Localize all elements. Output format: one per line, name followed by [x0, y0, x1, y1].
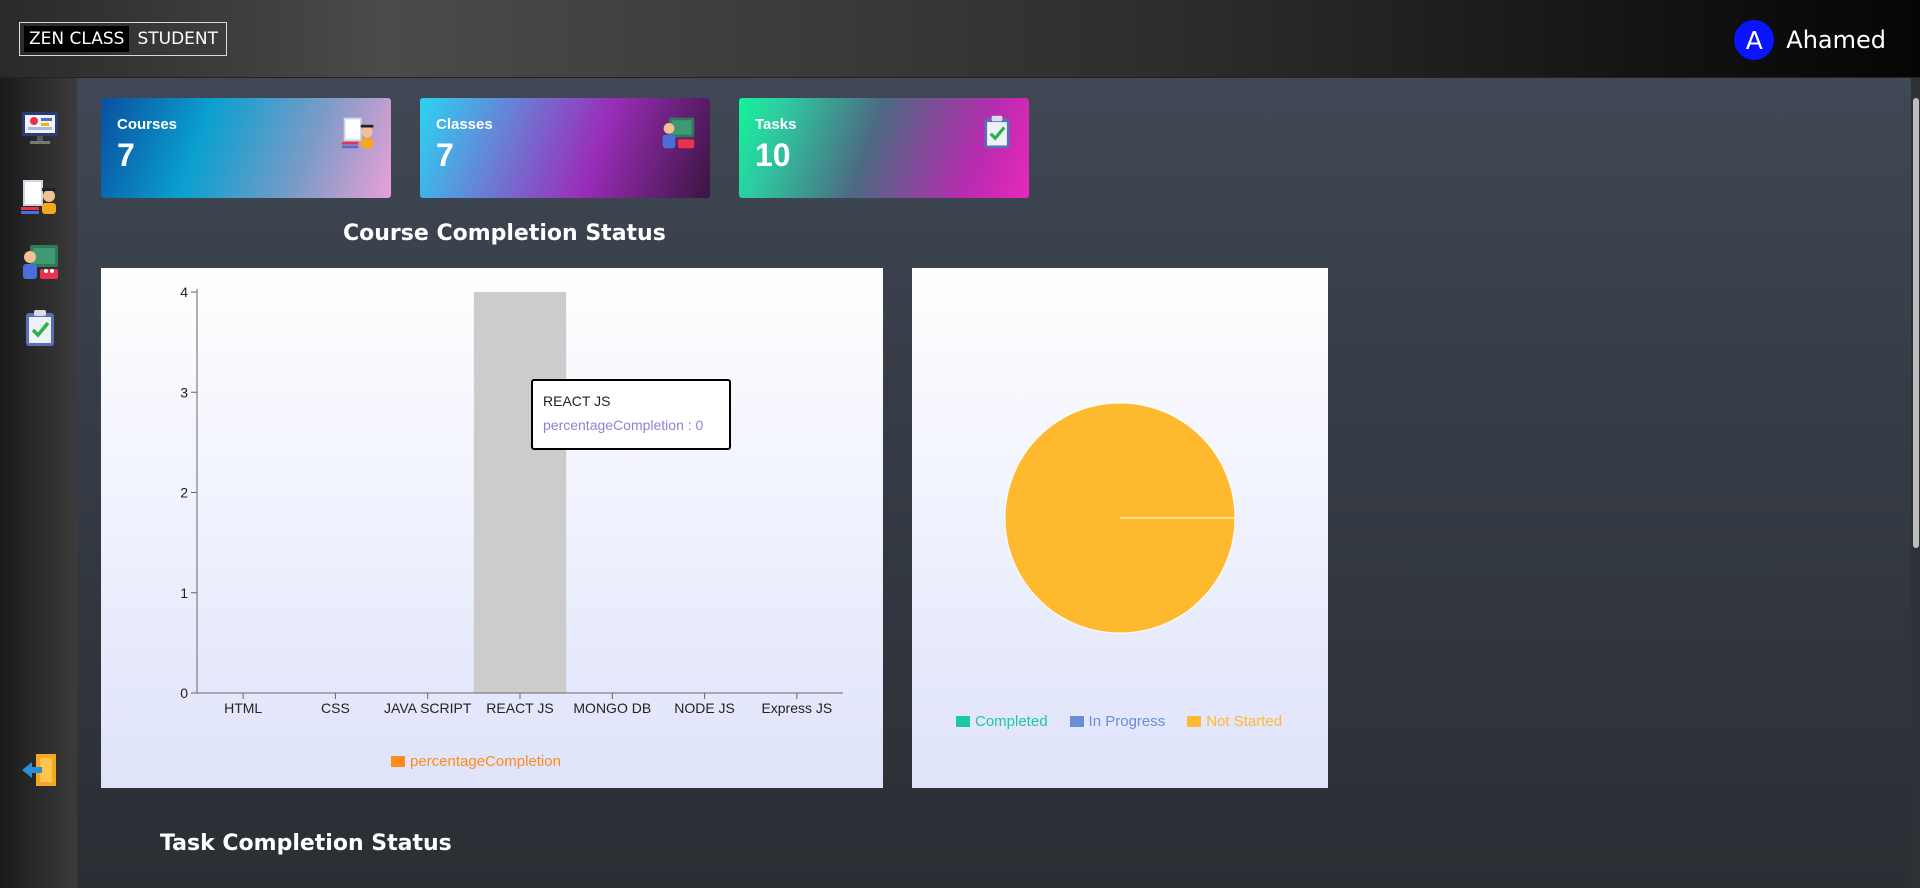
tooltip-name: REACT JS	[543, 393, 611, 409]
avatar[interactable]: A	[1734, 20, 1775, 60]
top-bar: ZEN CLASS STUDENT A Ahamed	[0, 0, 1920, 78]
dashboard-monitor-icon[interactable]	[20, 108, 60, 148]
sidebar	[0, 78, 77, 888]
pie-chart-legend: Completed In Progress Not Started	[956, 713, 1282, 730]
x-tick-label: HTML	[224, 700, 262, 716]
legend-item-in-progress[interactable]: In Progress	[1069, 713, 1166, 730]
course-bar-chart: 0 1 2 3 4 HTML CSS JAVA SCRIPT REACT JS MONGO DB N…	[101, 268, 883, 788]
main-content: Courses 7 Classes 7 Tasks 10 Course Comp…	[77, 78, 1920, 888]
logo-student: STUDENT	[137, 29, 219, 49]
username: Ahamed	[1786, 26, 1886, 54]
legend-item-not-started[interactable]: Not Started	[1187, 713, 1282, 730]
legend-swatch	[1069, 716, 1084, 727]
tasks-card[interactable]: Tasks 10	[739, 98, 1029, 198]
classes-count: 7	[436, 137, 454, 173]
y-tick-label: 4	[180, 284, 188, 300]
task-completion-title: Task Completion Status	[160, 831, 452, 856]
clipboard-check-icon	[979, 114, 1015, 150]
logout-icon[interactable]	[20, 750, 60, 790]
app-logo[interactable]: ZEN CLASS STUDENT	[19, 22, 228, 56]
x-tick-label: REACT JS	[486, 700, 553, 716]
y-tick-label: 1	[180, 585, 188, 601]
hover-highlight	[473, 292, 567, 693]
legend-label: Not Started	[1206, 713, 1283, 730]
legend-label: Completed	[975, 713, 1048, 730]
teacher-board-icon[interactable]	[20, 241, 60, 281]
bar-chart-legend: percentageCompletion	[391, 753, 561, 770]
classes-card[interactable]: Classes 7	[420, 98, 710, 198]
courses-card[interactable]: Courses 7	[101, 98, 391, 198]
y-tick-label: 0	[180, 685, 188, 701]
y-tick-label: 3	[180, 384, 188, 400]
books-student-icon	[341, 114, 377, 150]
legend-item-completed[interactable]: Completed	[956, 713, 1048, 730]
legend-label: percentageCompletion	[410, 753, 561, 770]
scrollbar[interactable]	[1911, 78, 1920, 888]
user-menu[interactable]: A Ahamed	[1734, 20, 1886, 60]
classes-label: Classes	[436, 116, 493, 133]
legend-swatch	[956, 716, 970, 727]
pie-chart-svg	[1004, 402, 1236, 634]
task-pie-chart: Completed In Progress Not Started	[912, 268, 1328, 788]
x-tick-label: NODE JS	[674, 700, 735, 716]
scrollbar-thumb[interactable]	[1913, 98, 1919, 548]
course-completion-title: Course Completion Status	[343, 221, 666, 246]
x-tick-label: Express JS	[761, 700, 832, 716]
tooltip-value: percentageCompletion : 0	[543, 417, 704, 433]
x-tick-label: MONGO DB	[573, 700, 651, 716]
legend-swatch	[391, 756, 405, 767]
x-tick-label: CSS	[321, 700, 350, 716]
bar-chart-svg: 0 1 2 3 4 HTML CSS JAVA SCRIPT REACT JS MONGO DB N…	[180, 284, 843, 716]
logo-zen-class: ZEN CLASS	[24, 26, 130, 52]
tasks-count: 10	[755, 137, 791, 173]
courses-count: 7	[117, 137, 135, 173]
legend-swatch	[1187, 716, 1202, 727]
books-student-icon[interactable]	[20, 176, 60, 216]
y-tick-label: 2	[180, 485, 188, 501]
x-tick-label: JAVA SCRIPT	[384, 700, 472, 716]
chart-tooltip: REACT JS percentageCompletion : 0	[531, 379, 731, 450]
legend-item[interactable]: percentageCompletion	[391, 753, 561, 770]
teacher-board-icon	[660, 114, 696, 150]
legend-label: In Progress	[1088, 713, 1166, 730]
clipboard-check-icon[interactable]	[20, 308, 60, 348]
courses-label: Courses	[117, 116, 178, 133]
tasks-label: Tasks	[755, 116, 797, 133]
